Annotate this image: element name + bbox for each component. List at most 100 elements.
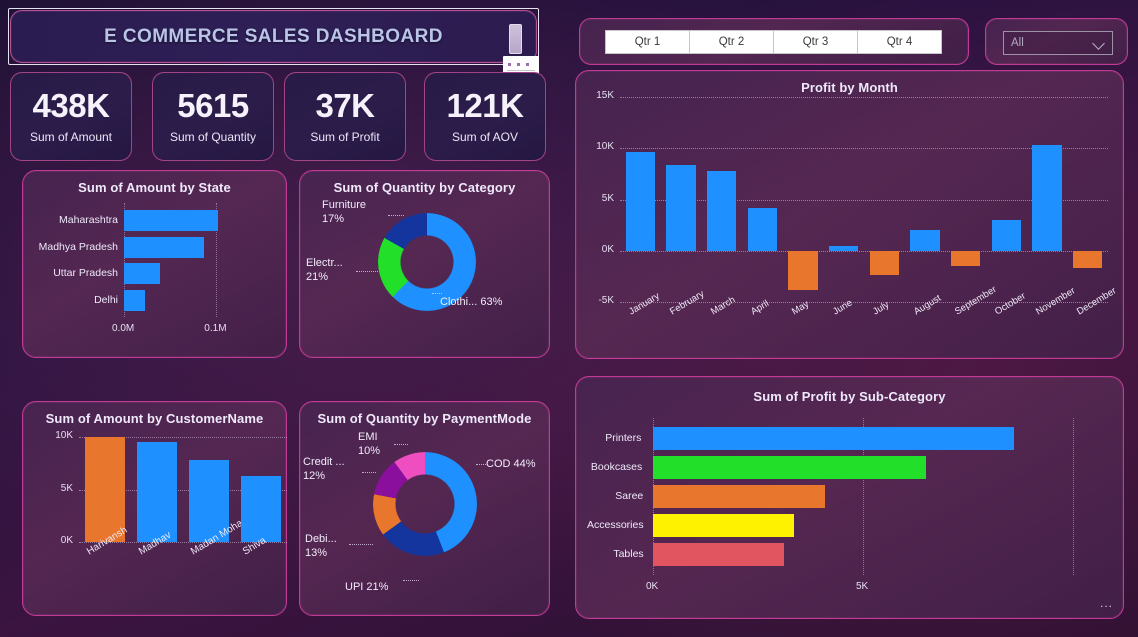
bar[interactable] xyxy=(788,250,818,290)
bar-column[interactable] xyxy=(701,97,742,302)
bar[interactable]: Bookcases xyxy=(591,456,926,479)
dashboard-title-card[interactable]: E COMMERCE SALES DASHBOARD xyxy=(10,10,537,63)
chevron-down-icon xyxy=(1094,38,1105,49)
kpi-value: 438K xyxy=(32,87,110,125)
quarter-button-3[interactable]: Qtr 3 xyxy=(773,30,858,54)
y-axis-tick-label: Delhi xyxy=(94,293,118,306)
bar[interactable] xyxy=(707,170,737,251)
bar-column[interactable] xyxy=(823,97,864,302)
donut-slice-label: Electr... 21% xyxy=(306,257,343,283)
y-axis-tick-label: 5K xyxy=(60,482,73,494)
bar[interactable] xyxy=(625,152,655,251)
bar[interactable] xyxy=(666,164,696,251)
filter-slicer[interactable]: All xyxy=(985,18,1128,65)
donut-slice-label: Furniture 17% xyxy=(322,199,367,225)
y-axis-tick-label: 15K xyxy=(596,90,614,101)
bar[interactable] xyxy=(1032,145,1062,251)
quarter-button-1[interactable]: Qtr 1 xyxy=(605,30,690,54)
dashboard-root: E COMMERCE SALES DASHBOARD 438K Sum of A… xyxy=(0,0,1138,637)
y-axis-tick-label: 0K xyxy=(60,535,73,546)
kpi-label: Sum of AOV xyxy=(451,129,519,144)
chart-title: Sum of Quantity by PaymentMode xyxy=(317,411,532,426)
bar[interactable]: Tables xyxy=(613,543,785,566)
bar[interactable]: Printers xyxy=(605,427,1015,450)
kpi-value: 37K xyxy=(315,87,375,125)
quarter-button-2[interactable]: Qtr 2 xyxy=(689,30,774,54)
donut-slice-label: EMI 10% xyxy=(358,431,381,457)
bar[interactable] xyxy=(991,220,1021,251)
quarter-button-group: Qtr 1 Qtr 2 Qtr 3 Qtr 4 xyxy=(605,30,942,54)
y-axis-tick-label: 10K xyxy=(55,430,73,441)
bar[interactable]: Madhya Pradesh xyxy=(39,236,205,258)
leader-line xyxy=(432,293,442,294)
profit-by-subcategory-panel[interactable]: Sum of Profit by Sub-Category 0K 5K Printe… xyxy=(575,376,1124,619)
donut-slice-label: UPI 21% xyxy=(345,581,389,593)
resize-handle[interactable] xyxy=(509,24,522,54)
bar-column[interactable] xyxy=(986,97,1027,302)
leader-line xyxy=(362,472,376,473)
bar-column[interactable] xyxy=(945,97,986,302)
amount-by-customer-panel[interactable]: Sum of Amount by CustomerName 0K 5K 10K Har… xyxy=(22,401,287,616)
bar[interactable] xyxy=(1073,250,1103,269)
bar-column[interactable] xyxy=(1027,97,1068,302)
kpi-label: Sum of Quantity xyxy=(169,129,257,144)
y-axis-tick-label: Uttar Pradesh xyxy=(53,267,118,279)
y-axis-tick-label: Saree xyxy=(615,490,644,502)
bar-column[interactable] xyxy=(620,97,661,302)
y-axis-tick-label: 0K xyxy=(601,243,614,255)
gridline xyxy=(1073,418,1074,575)
kpi-value: 5615 xyxy=(177,87,249,125)
x-axis-tick-label: 0.0M xyxy=(112,323,135,334)
bar[interactable] xyxy=(829,245,859,251)
bar[interactable]: Accessories xyxy=(587,514,794,537)
bar[interactable] xyxy=(241,475,281,542)
kpi-card-quantity[interactable]: 5615 Sum of Quantity xyxy=(152,72,274,161)
bar-column[interactable] xyxy=(1067,97,1108,302)
quarter-slicer[interactable]: Qtr 1 Qtr 2 Qtr 3 Qtr 4 xyxy=(579,18,969,65)
bar[interactable]: Maharashtra xyxy=(59,210,219,231)
bar[interactable] xyxy=(137,442,177,542)
bar-column[interactable] xyxy=(864,97,905,302)
bar-column[interactable] xyxy=(742,97,783,302)
profit-by-month-panel[interactable]: Profit by Month -5K 0K 5K 10K 15K January Febr… xyxy=(575,70,1124,359)
x-axis-tick-label: 0K xyxy=(646,581,659,592)
bar-column[interactable] xyxy=(905,97,946,302)
quantity-by-category-panel[interactable]: Sum of Quantity by Category Clothi... 63… xyxy=(299,170,550,358)
y-axis-tick-label: Accessories xyxy=(586,519,644,531)
bar[interactable] xyxy=(747,207,777,251)
kpi-card-amount[interactable]: 438K Sum of Amount xyxy=(10,72,132,161)
donut-ring[interactable] xyxy=(373,452,477,556)
leader-line xyxy=(403,580,419,581)
leader-line xyxy=(394,444,408,445)
bar[interactable] xyxy=(869,250,899,276)
amount-by-state-panel[interactable]: Sum of Amount by State 0.0M 0.1M Maharasht… xyxy=(22,170,287,358)
leader-line xyxy=(388,215,404,216)
bar[interactable]: Delhi xyxy=(94,289,146,311)
leader-line xyxy=(356,271,378,272)
donut-slice-label: Credit ... 12% xyxy=(303,456,345,482)
y-axis-tick-label: Printers xyxy=(605,432,642,444)
quantity-by-paymentmode-panel[interactable]: Sum of Quantity by PaymentMode COD 44% UP… xyxy=(299,401,550,616)
y-axis-tick-label: 5K xyxy=(601,192,614,204)
notepad-rings xyxy=(508,63,534,66)
bar[interactable] xyxy=(951,250,981,267)
donut-slice-label: Clothi... 63% xyxy=(440,296,503,308)
kpi-card-aov[interactable]: 121K Sum of AOV xyxy=(424,72,546,161)
bar-column[interactable] xyxy=(783,97,824,302)
bar-column[interactable] xyxy=(661,97,702,302)
kpi-label: Sum of Amount xyxy=(29,129,113,144)
leader-line xyxy=(349,544,373,545)
y-axis-tick-label: Madhya Pradesh xyxy=(38,240,118,253)
kpi-card-profit[interactable]: 37K Sum of Profit xyxy=(284,72,406,161)
profit-by-subcategory-plot: 0K 5K Printers Bookcases Saree Accessories Tab… xyxy=(587,418,1074,592)
bar[interactable]: Uttar Pradesh xyxy=(53,263,160,284)
quarter-button-4[interactable]: Qtr 4 xyxy=(857,30,942,54)
chart-title: Sum of Amount by State xyxy=(78,180,231,195)
x-axis-tick-label: 0.1M xyxy=(204,323,227,334)
more-options-button[interactable]: ... xyxy=(1100,596,1113,610)
bar[interactable] xyxy=(910,230,940,251)
profit-by-month-plot: -5K 0K 5K 10K 15K January February March April Ma… xyxy=(596,90,1118,317)
filter-dropdown[interactable]: All xyxy=(1003,31,1113,55)
chart-title: Profit by Month xyxy=(801,80,898,95)
bar[interactable]: Saree xyxy=(615,485,826,508)
